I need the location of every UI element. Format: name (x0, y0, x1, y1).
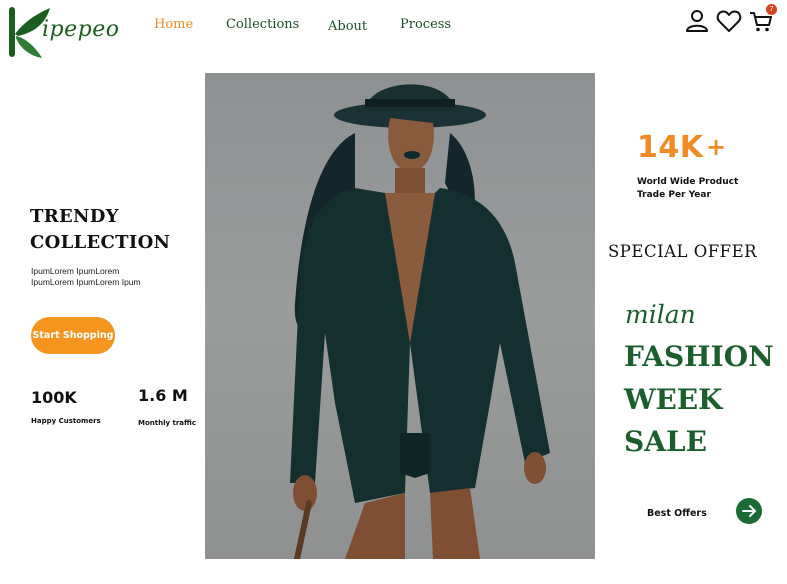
hero-subtitle: IpumLorem IpumLorem IpumLorem IpumLorem … (31, 266, 171, 288)
trade-stat-value: 14K (637, 130, 704, 165)
stat-label-traffic: Monthly traffic (138, 419, 196, 427)
nav-item-about[interactable]: About (328, 19, 367, 34)
offer-line-fashion: FASHION (624, 340, 774, 373)
brand-logo[interactable]: ipepeo (6, 4, 119, 60)
offer-line-sale: SALE (624, 425, 707, 458)
model-illustration (290, 84, 550, 559)
brand-name: ipepeo (42, 17, 120, 42)
start-shopping-button[interactable]: Start Shopping (31, 317, 115, 354)
stat-value-customers: 100K (31, 388, 77, 407)
arrow-right-icon (742, 505, 756, 517)
cart-count-badge: 7 (766, 4, 777, 15)
hero-title-line: COLLECTION (30, 232, 171, 253)
offer-line-week: WEEK (624, 383, 723, 416)
trade-stat-label-line: Trade Per Year (637, 190, 711, 200)
special-offer-heading: SPECIAL OFFER (608, 242, 758, 261)
heart-icon (716, 10, 742, 32)
hero-title-line: TRENDY (30, 206, 119, 227)
stat-label-customers: Happy Customers (31, 417, 101, 425)
best-offers-arrow-button[interactable] (736, 498, 762, 524)
trade-stat-label: World Wide Product Trade Per Year (637, 176, 757, 202)
best-offers-link[interactable]: Best Offers (647, 508, 707, 519)
hero-model-image (205, 73, 595, 559)
account-button[interactable] (684, 8, 710, 34)
hero-title: TRENDY COLLECTION (30, 204, 170, 256)
hero-subtitle-line: IpumLorem IpumLorem (31, 266, 120, 276)
offer-line-milan: milan (625, 300, 696, 329)
nav-item-home[interactable]: Home (154, 17, 193, 32)
user-icon (686, 10, 708, 32)
nav-item-collections[interactable]: Collections (226, 17, 299, 32)
hero-subtitle-line: IpumLorem IpumLorem Ipum (31, 277, 141, 287)
cart-button[interactable]: 7 (748, 4, 777, 34)
stat-value-traffic: 1.6 M (138, 386, 188, 405)
wishlist-button[interactable] (716, 8, 742, 34)
trade-stat-label-line: World Wide Product (637, 177, 739, 187)
nav-item-process[interactable]: Process (400, 17, 451, 32)
trade-stat-suffix: + (706, 133, 727, 161)
